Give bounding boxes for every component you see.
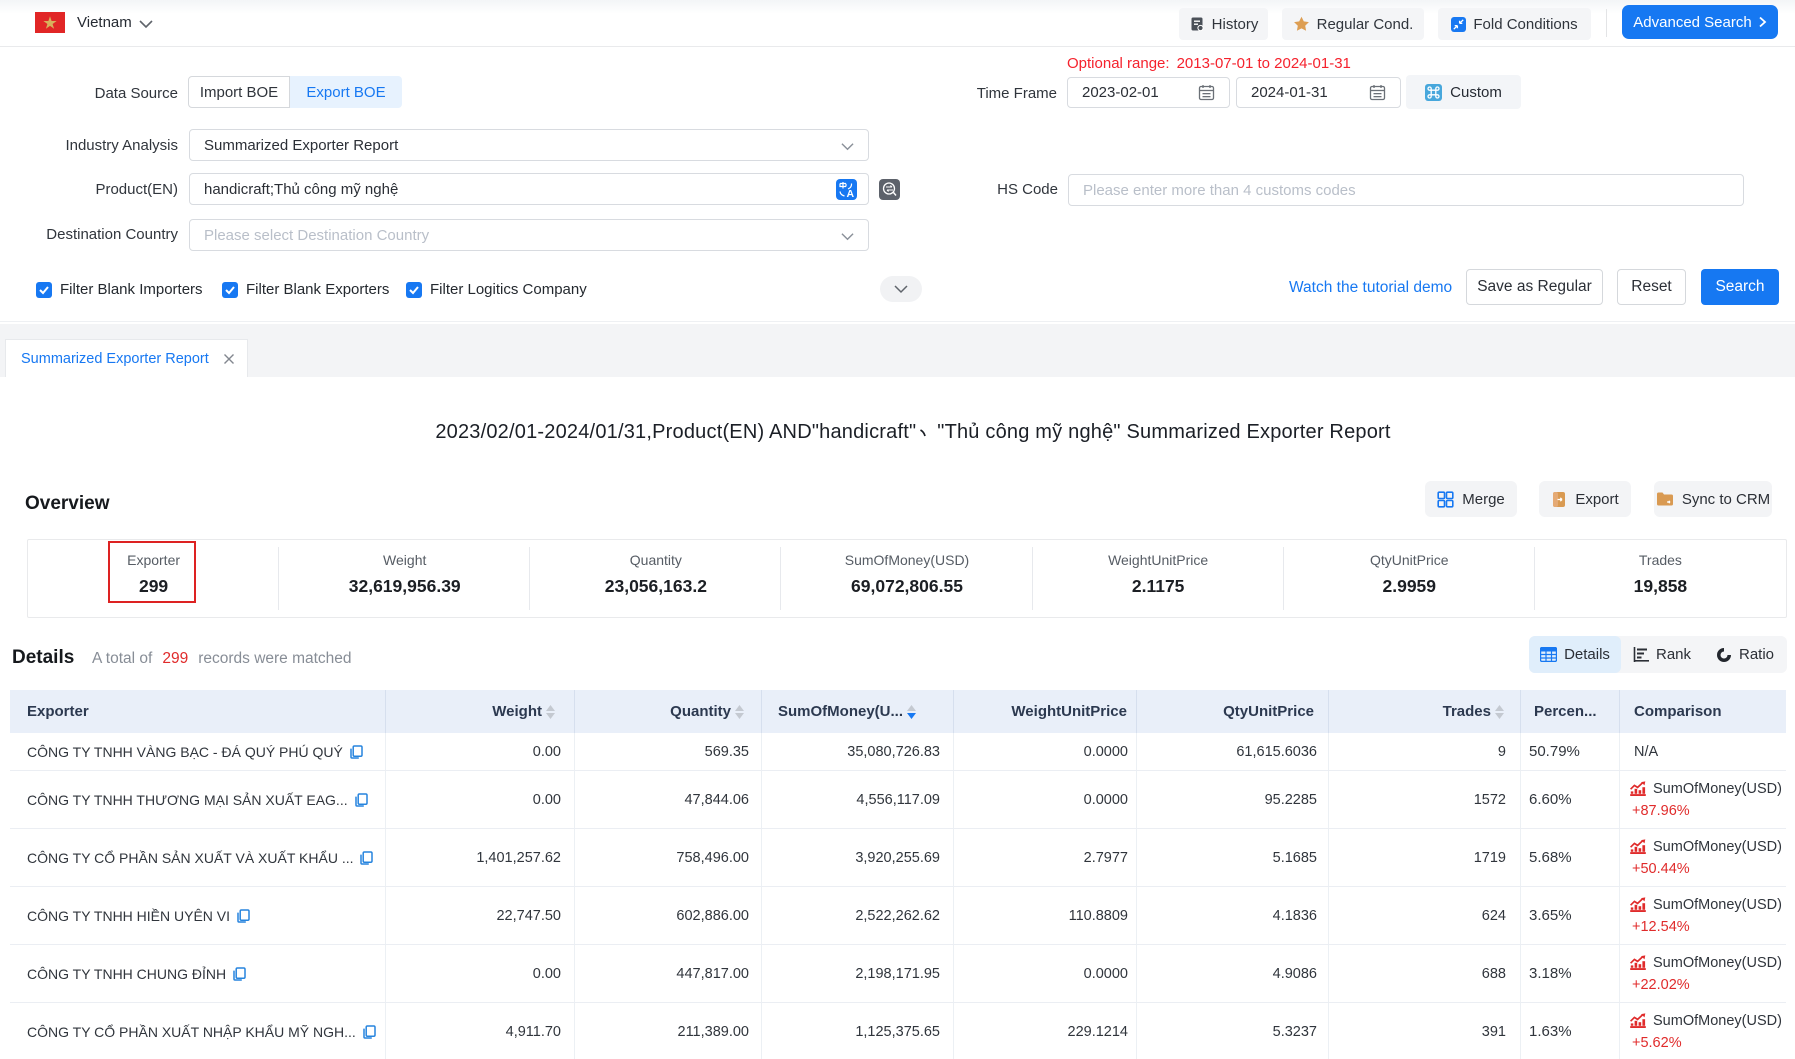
svg-text:A: A bbox=[847, 188, 855, 200]
